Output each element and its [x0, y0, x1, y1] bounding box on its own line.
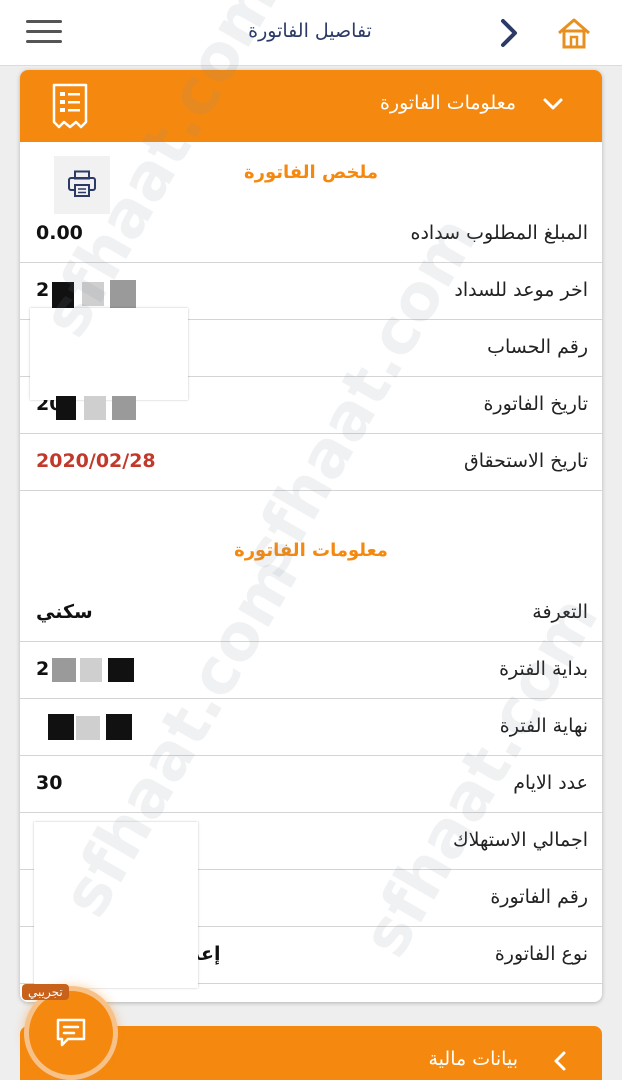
redaction-mark — [80, 658, 102, 682]
trial-badge: تجريبي — [22, 984, 69, 1000]
row-label: المبلغ المطلوب سداده — [410, 222, 589, 244]
redaction-mark — [82, 282, 104, 306]
summary-row-due-date: تاريخ الاستحقاق 2020/02/28 — [20, 434, 602, 491]
chat-bubble-icon — [56, 1018, 86, 1047]
row-value: 30 — [36, 772, 63, 794]
row-value: 0.00 — [36, 222, 83, 244]
redaction-mark — [112, 396, 136, 420]
hamburger-menu-icon[interactable] — [26, 20, 62, 46]
row-label: تاريخ الاستحقاق — [463, 450, 588, 472]
details-row-days-count: عدد الايام 30 — [20, 756, 602, 813]
row-label: التعرفة — [532, 601, 588, 623]
chevron-down-icon[interactable] — [542, 96, 564, 112]
invoice-details-card: معلومات الفاتورة ملخص الفاتورة المبلغ ال… — [20, 70, 602, 1002]
row-label: اخر موعد للسداد — [454, 279, 588, 301]
redaction-mark — [52, 282, 74, 308]
redaction-mark — [48, 714, 74, 740]
row-label: عدد الايام — [513, 772, 588, 794]
row-value: 2 — [36, 279, 50, 301]
row-label: تاريخ الفاتورة — [483, 393, 588, 415]
redaction-mark — [84, 396, 106, 420]
details-section-title: معلومات الفاتورة — [234, 540, 388, 561]
row-label: نهاية الفترة — [499, 715, 588, 737]
row-label: رقم الفاتورة — [490, 886, 588, 908]
redaction-mark — [52, 658, 76, 682]
redaction-mark — [110, 280, 136, 308]
row-label: رقم الحساب — [487, 336, 588, 358]
redaction-mark — [106, 714, 132, 740]
row-value: 2020/02/28 — [36, 450, 156, 472]
invoice-receipt-icon — [52, 83, 88, 129]
home-icon[interactable] — [556, 16, 592, 50]
chevron-right-icon[interactable] — [494, 16, 524, 50]
row-label: اجمالي الاستهلاك — [453, 829, 588, 851]
invoice-info-header[interactable]: معلومات الفاتورة — [20, 70, 602, 142]
page-title: تفاصيل الفاتورة — [248, 20, 372, 42]
chevron-left-icon — [554, 1051, 566, 1071]
row-label: نوع الفاتورة — [494, 943, 588, 965]
invoice-info-header-title: معلومات الفاتورة — [379, 92, 516, 114]
row-label: بداية الفترة — [499, 658, 588, 680]
redaction-mark — [108, 658, 134, 682]
redaction-box — [30, 308, 188, 400]
top-app-bar: تفاصيل الفاتورة — [0, 0, 622, 66]
row-value: سكني — [36, 601, 93, 623]
chat-button[interactable] — [24, 986, 118, 1080]
redaction-mark — [76, 716, 100, 740]
summary-section-title: ملخص الفاتورة — [244, 162, 378, 183]
summary-row-amount-due: المبلغ المطلوب سداده 0.00 — [20, 206, 602, 263]
row-value: 2 — [36, 658, 50, 680]
financial-data-title: بيانات مالية — [428, 1048, 519, 1070]
redaction-box — [34, 822, 198, 988]
details-row-tariff: التعرفة سكني — [20, 585, 602, 642]
redaction-mark — [56, 396, 76, 420]
